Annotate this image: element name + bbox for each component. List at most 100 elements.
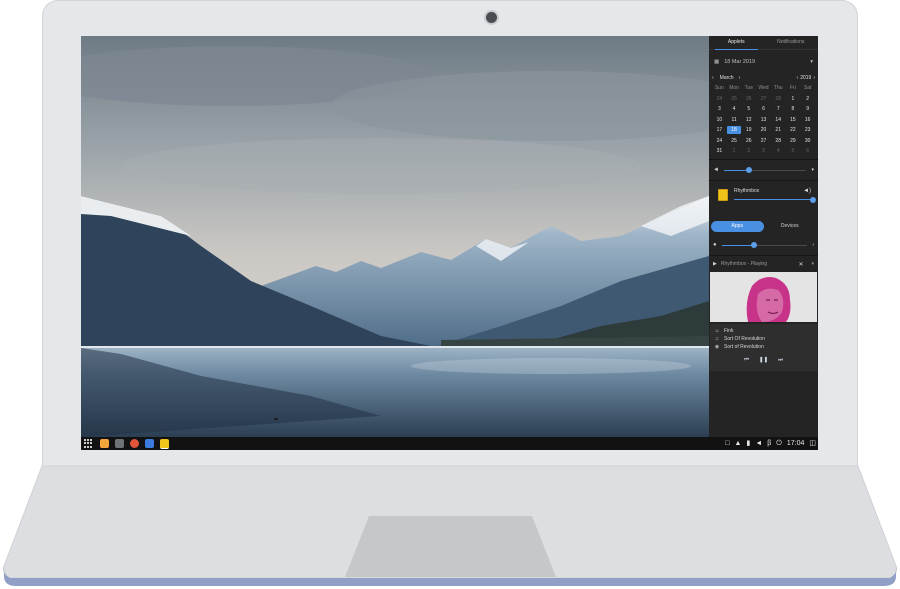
calendar-day[interactable]: 11 (727, 116, 742, 124)
mic-volume-knob[interactable] (751, 242, 758, 248)
calendar-day[interactable]: 5 (786, 147, 801, 155)
volume-mode-switch: Apps Devices (711, 221, 816, 232)
mic-volume-row: ● › (709, 235, 818, 255)
weekday-header: Tue (744, 85, 753, 91)
calendar-day[interactable]: 4 (771, 147, 786, 155)
calendar-day[interactable]: 17 (712, 126, 727, 134)
chat-icon[interactable] (145, 439, 154, 448)
calendar-day[interactable]: 26 (741, 95, 756, 103)
calendar-day[interactable]: 3 (756, 147, 771, 155)
calendar-day[interactable]: 22 (786, 126, 801, 134)
mic-icon[interactable]: ● (713, 242, 717, 248)
output-volume-knob[interactable] (745, 167, 752, 173)
applets-panel: Applets Notifications ▦ 18 Mar 2019 ▾ ‹ … (709, 36, 818, 437)
calendar-day[interactable]: 12 (741, 116, 756, 124)
calendar-day[interactable]: 30 (800, 137, 815, 145)
track-title: Sort Of Revolution (724, 336, 765, 342)
previous-track-icon[interactable]: ⏮ (744, 356, 749, 364)
bell-icon[interactable]: ▲ (735, 437, 742, 450)
output-volume-slider[interactable] (723, 167, 807, 173)
calendar-day[interactable]: 19 (741, 126, 756, 134)
tab-notifications[interactable]: Notifications (764, 36, 819, 49)
output-volume-row: ◄ ▾ (709, 160, 818, 180)
calendar-grid: Sun Mon Tue Wed Thu Fri Sat 24 25 26 27 28 1 2 3 4 5 6 7 8 9… (712, 84, 815, 155)
clock[interactable]: 17:04 (787, 437, 805, 450)
calendar-day[interactable]: 1 (786, 95, 801, 103)
app-volume-knob[interactable] (810, 196, 816, 203)
firefox-icon[interactable] (130, 439, 139, 448)
calendar-day[interactable]: 5 (741, 105, 756, 113)
calendar-day[interactable]: 4 (727, 105, 742, 113)
mic-volume-fill (721, 244, 755, 246)
close-icon[interactable]: ✕ (798, 261, 803, 268)
prev-year-icon[interactable]: ‹ (797, 75, 799, 81)
calendar-day[interactable]: 6 (756, 105, 771, 113)
files-icon[interactable] (100, 439, 109, 448)
calendar-day[interactable]: 23 (800, 126, 815, 134)
rhythmbox-icon[interactable] (160, 438, 169, 449)
calendar-day[interactable]: 16 (800, 116, 815, 124)
album-art (710, 272, 817, 322)
trackpad[interactable] (345, 516, 556, 577)
chevron-down-icon[interactable]: ▾ (810, 59, 813, 65)
panel-toggle-icon[interactable]: ◫ (809, 437, 816, 450)
artist-icon: ☺ (714, 328, 720, 334)
calendar-day[interactable]: 28 (771, 95, 786, 103)
calendar-day[interactable]: 25 (727, 137, 742, 145)
weekday-header: Fri (790, 85, 796, 91)
calendar-day[interactable]: 3 (712, 105, 727, 113)
calendar-day[interactable]: 8 (786, 105, 801, 113)
play-icon[interactable]: ▶ (713, 261, 717, 267)
bluetooth-icon[interactable]: β (767, 437, 771, 450)
calendar-day[interactable]: 18 (726, 126, 742, 134)
apps-toggle[interactable]: Apps (711, 221, 764, 232)
chevron-down-icon[interactable]: ▾ (811, 261, 814, 267)
calendar-day[interactable]: 14 (771, 116, 786, 124)
speaker-icon[interactable]: ◄) (803, 188, 811, 194)
calendar-day[interactable]: 31 (712, 147, 727, 155)
calendar-day[interactable]: 27 (756, 137, 771, 145)
prev-month-icon[interactable]: ‹ (712, 75, 714, 81)
calendar-day[interactable]: 2 (741, 147, 756, 155)
pause-icon[interactable]: ❚❚ (759, 356, 768, 364)
year-label: 2019 (800, 75, 812, 81)
volume-icon[interactable]: ◄ (755, 437, 762, 450)
taskbar: □ ▲ ▮ ◄ β ⏻ 17:04 ◫ (81, 437, 818, 450)
tab-applets[interactable]: Applets (709, 36, 764, 50)
playback-controls: ⏮ ❚❚ ⏭ (710, 356, 817, 364)
calendar-day[interactable]: 15 (786, 116, 801, 124)
chevron-down-icon[interactable]: ▾ (811, 167, 814, 173)
calendar-day[interactable]: 24 (712, 137, 727, 145)
speaker-icon[interactable]: ◄ (713, 167, 719, 173)
next-year-icon[interactable]: › (813, 75, 815, 81)
calendar-day[interactable]: 27 (756, 95, 771, 103)
calendar-day[interactable]: 25 (727, 95, 742, 103)
next-track-icon[interactable]: ⏭ (778, 356, 783, 364)
calendar-day[interactable]: 28 (771, 137, 786, 145)
calendar-day[interactable]: 29 (786, 137, 801, 145)
calendar-day[interactable]: 26 (741, 137, 756, 145)
calendar-day[interactable]: 2 (800, 95, 815, 103)
calendar-day[interactable]: 1 (727, 147, 742, 155)
calendar-day[interactable]: 24 (712, 95, 727, 103)
webcam (486, 12, 497, 23)
calendar-day[interactable]: 21 (771, 126, 786, 134)
battery-icon[interactable]: ▮ (746, 437, 750, 450)
notification-icon[interactable]: □ (725, 437, 729, 450)
app-grid-icon[interactable] (84, 439, 93, 448)
power-icon[interactable]: ⏻ (776, 437, 782, 450)
calendar-day[interactable]: 6 (800, 147, 815, 155)
mic-volume-slider[interactable] (721, 242, 808, 248)
app-volume-slider[interactable] (734, 196, 816, 203)
calendar-day[interactable]: 13 (756, 116, 771, 124)
terminal-icon[interactable] (115, 439, 124, 448)
calendar-day[interactable]: 10 (712, 116, 727, 124)
next-month-icon[interactable]: › (739, 75, 741, 81)
calendar-day[interactable]: 20 (756, 126, 771, 134)
chevron-right-icon[interactable]: › (812, 242, 814, 248)
album-line: ◉ Sort of Revolution (710, 343, 817, 351)
calendar-day[interactable]: 7 (771, 105, 786, 113)
devices-toggle[interactable]: Devices (764, 221, 817, 232)
date-header[interactable]: ▦ 18 Mar 2019 ▾ (709, 50, 818, 74)
calendar-day[interactable]: 9 (800, 105, 815, 113)
